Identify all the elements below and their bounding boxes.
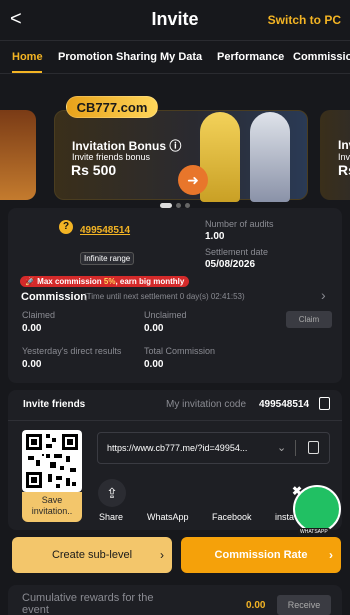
total-commission-value: 0.00 [144,359,164,370]
banner-next-amount: Rs [338,162,350,178]
banner-go-icon[interactable]: ➜ [178,165,208,195]
chevron-right-icon: › [160,548,164,562]
banner-next-subtitle: Invite [338,152,350,162]
audits-value: 1.00 [205,231,225,242]
save-invitation-button[interactable]: Save invitation.. [22,492,82,522]
tab-promotion-sharing[interactable]: Promotion Sharing [58,51,157,63]
cumulative-rewards-value: 0.00 [246,600,266,611]
share-label[interactable]: Share [99,512,123,522]
range-badge: Infinite range [80,252,135,265]
audits-label: Number of audits [205,219,274,229]
qr-code [22,430,82,492]
settlement-countdown: (Time until next settlement 0 day(s) 02:… [84,292,245,301]
invite-title: Invite friends [23,399,86,410]
invite-link-text: https://www.cb777.me/?id=49954... [107,443,248,453]
chevron-down-icon[interactable]: ⌄ [277,441,286,454]
claim-button[interactable]: Claim [286,311,332,328]
whatsapp-floating-label: WHATSAPP [298,528,330,536]
commission-rate-label: Commission Rate [214,549,308,561]
yesterday-value: 0.00 [22,359,42,370]
claimed-value: 0.00 [22,323,42,334]
divider [295,440,296,456]
banner-subtitle: Invite friends bonus [72,152,151,162]
tab-bar: Home Promotion Sharing My Data Performan… [0,40,350,74]
invitation-code-value: 499548514 [259,399,310,410]
copy-icon[interactable] [319,397,330,410]
facebook-share-label[interactable]: Facebook [212,512,252,522]
brand-logo: CB777.com [66,96,158,118]
tab-home[interactable]: Home [12,51,43,63]
settlement-value: 05/08/2026 [205,259,256,270]
tab-commission[interactable]: Commission [293,51,350,63]
yesterday-label: Yesterday's direct results [22,346,122,356]
receive-button[interactable]: Receive [277,595,331,615]
instagram-share-label[interactable]: insta [275,512,294,522]
whatsapp-share-label[interactable]: WhatsApp [147,512,189,522]
settlement-label: Settlement date [205,247,269,257]
divider [8,420,342,421]
banner-next-title: Invi [338,138,350,152]
header-bar: < Invite Switch to PC [0,0,350,40]
banner-card-prev[interactable] [0,110,36,200]
cumulative-rewards-label: Cumulative rewards for the event [22,592,154,615]
copy-icon[interactable] [308,441,319,454]
close-icon[interactable]: ✖ [292,484,302,498]
unclaimed-label: Unclaimed [144,310,187,320]
banner-amount: Rs 500 [71,162,117,178]
max-commission-badge: 🚀 Max commission 5%, earn big monthly [20,276,190,287]
active-tab-indicator [12,71,42,73]
share-icon[interactable]: ⇪ [98,479,126,507]
cricket-player-image [200,112,240,202]
help-icon[interactable]: ? [59,220,73,234]
chevron-right-icon[interactable]: › [321,287,326,303]
create-sub-level-label: Create sub-level [51,549,133,561]
cricket-player-image [250,112,290,202]
create-sub-level-button[interactable]: Create sub-level › [12,537,172,573]
chevron-right-icon: › [329,548,333,562]
switch-to-pc-link[interactable]: Switch to PC [268,13,341,27]
commission-rate-button[interactable]: Commission Rate › [181,537,341,573]
invitation-code-label: My invitation code [166,399,247,410]
max-commission-suffix: , earn big monthly [115,277,185,286]
unclaimed-value: 0.00 [144,323,164,334]
tab-performance[interactable]: Performance [217,51,284,63]
commission-title: Commission [21,291,88,303]
qr-code-graphic [26,434,78,488]
claimed-label: Claimed [22,310,56,320]
user-id[interactable]: 499548514 [80,225,130,236]
total-commission-label: Total Commission [144,346,216,356]
max-commission-value: 5% [103,277,116,286]
tab-my-data[interactable]: My Data [160,51,202,63]
max-commission-prefix: 🚀 Max commission [25,277,104,286]
